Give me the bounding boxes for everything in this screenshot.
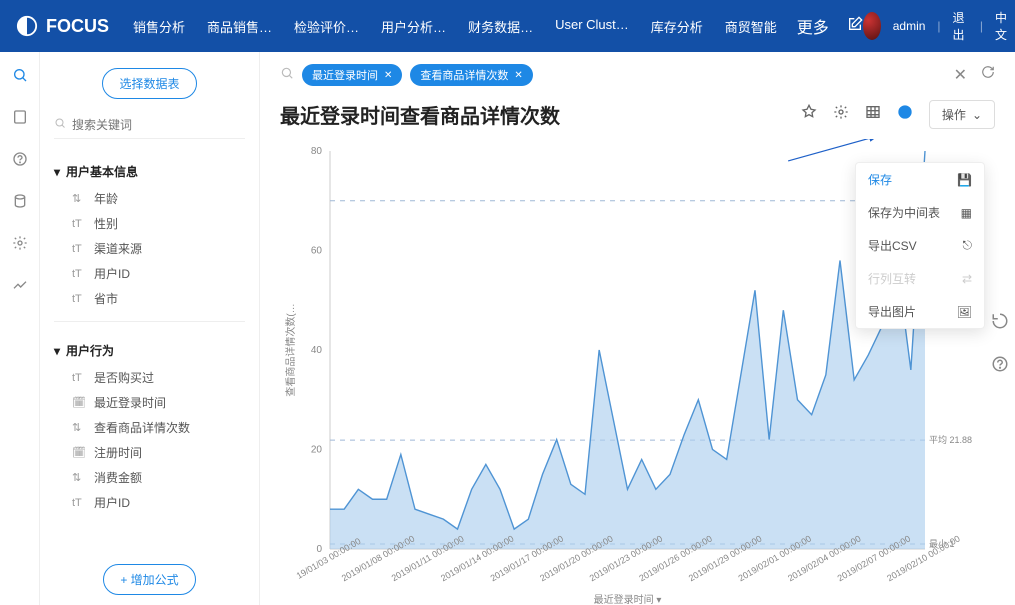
field-row[interactable]: ⇅年龄: [54, 186, 245, 211]
chart-side-toolbar: [991, 312, 1009, 378]
menu-export-csv[interactable]: 导出CSV⎋: [856, 229, 984, 262]
choose-table-button[interactable]: 选择数据表: [102, 68, 196, 99]
bookmark-icon[interactable]: [11, 108, 29, 126]
help-circle-icon[interactable]: [991, 355, 1009, 378]
svg-text:40: 40: [311, 345, 323, 356]
table-icon[interactable]: [865, 104, 881, 125]
gear-icon[interactable]: [11, 234, 29, 252]
table-icon: ▦: [961, 206, 972, 220]
search-icon[interactable]: [280, 66, 294, 85]
menu-transpose: 行列互转⇄: [856, 262, 984, 295]
nav-item[interactable]: 销售分析: [133, 17, 185, 36]
edit-icon[interactable]: [847, 16, 863, 37]
close-icon[interactable]: ✕: [384, 70, 392, 81]
chart-icon[interactable]: [897, 104, 913, 125]
svg-text:60: 60: [311, 246, 323, 257]
field-row[interactable]: tT用户ID: [54, 261, 245, 286]
nav-item[interactable]: 库存分析: [651, 17, 703, 36]
database-icon[interactable]: [11, 192, 29, 210]
operation-button[interactable]: 操作⌄: [929, 100, 995, 129]
lang-link[interactable]: 中文: [995, 9, 1010, 43]
query-chip[interactable]: 查看商品详情次数✕: [410, 64, 532, 86]
logo-icon: [16, 15, 38, 37]
query-row: 最近登录时间✕ 查看商品详情次数✕ ✕: [260, 52, 1015, 94]
field-row[interactable]: tT是否购买过: [54, 365, 245, 390]
image-icon: 🖼: [957, 305, 972, 319]
group-user-behavior[interactable]: ▾用户行为: [54, 342, 245, 359]
nav-item[interactable]: 商贸智能: [725, 17, 777, 36]
swap-icon: ⇄: [962, 272, 972, 286]
brand-text: FOCUS: [46, 16, 109, 37]
close-icon[interactable]: ✕: [514, 70, 522, 81]
gear-icon[interactable]: [833, 104, 849, 125]
field-row[interactable]: tT性别: [54, 211, 245, 236]
svg-text:平均 21.88: 平均 21.88: [929, 434, 972, 445]
trend-icon[interactable]: [11, 276, 29, 294]
top-nav: 销售分析 商品销售… 检验评价… 用户分析… 财务数据… User Clust……: [133, 17, 777, 36]
sidebar: 选择数据表 ▾用户基本信息 ⇅年龄 tT性别 tT渠道来源 tT用户ID tT省…: [40, 52, 260, 605]
nav-item[interactable]: User Clust…: [555, 17, 629, 36]
logo[interactable]: FOCUS: [16, 15, 109, 37]
left-rail: [0, 52, 40, 605]
page-title: 最近登录时间查看商品详情次数: [280, 100, 560, 129]
svg-text:80: 80: [311, 146, 323, 157]
title-row: 最近登录时间查看商品详情次数 操作⌄: [260, 94, 1015, 139]
field-row[interactable]: tT渠道来源: [54, 236, 245, 261]
logout-link[interactable]: 退出: [953, 9, 968, 43]
field-row[interactable]: ⇅查看商品详情次数: [54, 415, 245, 440]
svg-text:20: 20: [311, 445, 323, 456]
download-icon: ⎋: [963, 238, 973, 253]
field-row[interactable]: 🗓注册时间: [54, 440, 245, 465]
refresh-icon[interactable]: [981, 65, 995, 85]
field-row[interactable]: tT省市: [54, 286, 245, 311]
save-icon: 💾: [957, 173, 972, 187]
field-row[interactable]: 🗓最近登录时间: [54, 390, 245, 415]
svg-text:0: 0: [316, 544, 322, 555]
nav-item[interactable]: 商品销售…: [207, 17, 272, 36]
nav-item[interactable]: 用户分析…: [381, 17, 446, 36]
add-formula-button[interactable]: + 增加公式: [103, 564, 195, 595]
menu-export-image[interactable]: 导出图片🖼: [856, 295, 984, 328]
main: 最近登录时间✕ 查看商品详情次数✕ ✕ 最近登录时间查看商品详情次数 操作⌄ 保…: [260, 52, 1015, 605]
field-row[interactable]: ⇅消费金额: [54, 465, 245, 490]
user-block: admin | 退出 | 中文 | 帮助: [863, 9, 1015, 43]
help-circle-icon[interactable]: [11, 150, 29, 168]
avatar[interactable]: [863, 12, 881, 40]
chevron-down-icon: ⌄: [972, 108, 982, 122]
clear-icon[interactable]: ✕: [954, 65, 967, 85]
menu-save-as[interactable]: 保存为中间表▦: [856, 196, 984, 229]
group-user-basic[interactable]: ▾用户基本信息: [54, 163, 245, 180]
nav-more[interactable]: 更多: [797, 14, 829, 38]
svg-text:查看商品详情次数(…: 查看商品详情次数(…: [284, 303, 297, 396]
query-chip[interactable]: 最近登录时间✕: [302, 64, 402, 86]
field-row[interactable]: tT用户ID: [54, 490, 245, 515]
svg-text:最近登录时间 ▾: 最近登录时间 ▾: [594, 593, 662, 605]
top-bar: FOCUS 销售分析 商品销售… 检验评价… 用户分析… 财务数据… User …: [0, 0, 1015, 52]
operation-menu: 保存💾 保存为中间表▦ 导出CSV⎋ 行列互转⇄ 导出图片🖼: [855, 162, 985, 329]
pin-icon[interactable]: [801, 104, 817, 125]
user-name[interactable]: admin: [893, 19, 926, 33]
nav-item[interactable]: 财务数据…: [468, 17, 533, 36]
menu-save[interactable]: 保存💾: [856, 163, 984, 196]
nav-item[interactable]: 检验评价…: [294, 17, 359, 36]
search-icon[interactable]: [11, 66, 29, 84]
search-input[interactable]: [72, 118, 245, 132]
redo-icon[interactable]: [991, 312, 1009, 335]
search-icon: [54, 117, 66, 132]
